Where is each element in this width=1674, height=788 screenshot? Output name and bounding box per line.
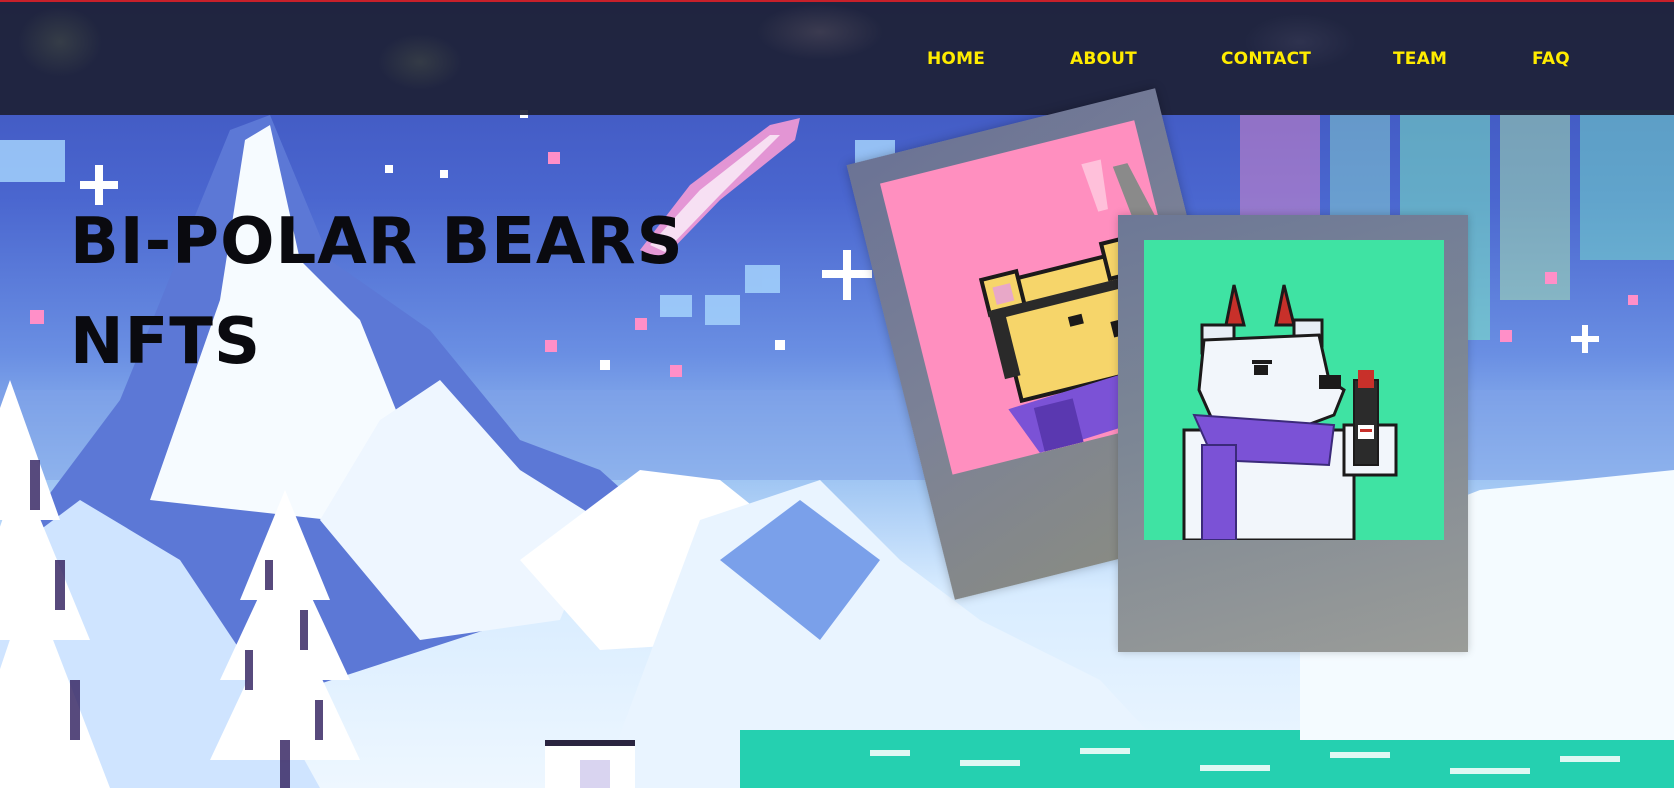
nav-link-contact[interactable]: CONTACT [1221,49,1311,69]
hero-title-line-2: NFTS [70,305,262,379]
hero-title: BI-POLAR BEARS NFTS [70,192,684,392]
nav-link-home[interactable]: HOME [927,49,985,69]
site-header: HOME ABOUT CONTACT TEAM FAQ [0,0,1674,115]
main-nav: HOME ABOUT CONTACT TEAM FAQ [0,49,1674,73]
bear-image [1182,284,1398,540]
nav-link-about[interactable]: ABOUT [1070,49,1137,69]
nav-link-faq[interactable]: FAQ [1532,49,1570,69]
nav-link-team[interactable]: TEAM [1393,49,1447,69]
nft-art-white-bear [1144,240,1444,540]
hero-title-line-1: BI-POLAR BEARS [70,205,684,279]
nft-card-front[interactable] [1118,215,1468,652]
